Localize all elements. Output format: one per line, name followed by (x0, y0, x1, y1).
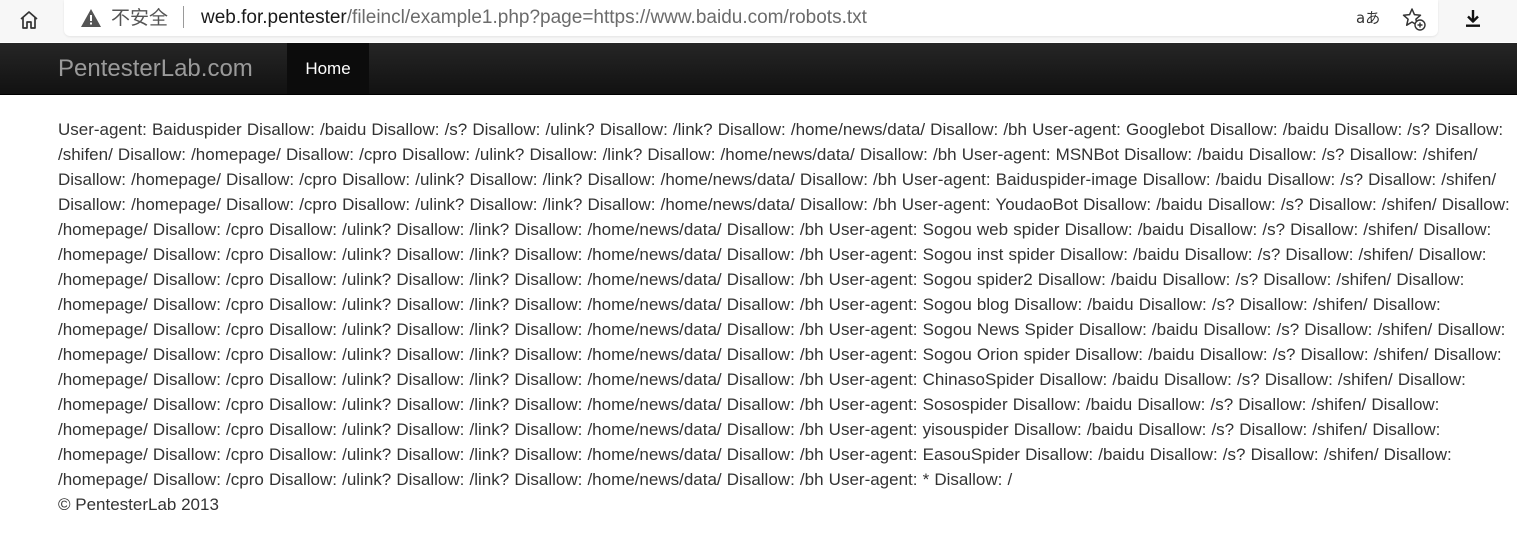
url-field[interactable]: web.for.pentester/fileincl/example1.php?… (201, 6, 867, 30)
read-aloud-icon[interactable]: aあ (1356, 6, 1382, 30)
download-icon[interactable] (1462, 7, 1484, 29)
browser-toolbar: 不安全 web.for.pentester/fileincl/example1.… (0, 0, 1517, 42)
included-robots-text: User-agent: Baiduspider Disallow: /baidu… (58, 120, 1510, 489)
address-divider (183, 6, 184, 28)
footer-copyright: © PentesterLab 2013 (58, 495, 219, 514)
add-favorite-icon[interactable] (1401, 6, 1427, 32)
main-content: User-agent: Baiduspider Disallow: /baidu… (58, 117, 1517, 517)
url-path: /fileincl/example1.php?page=https://www.… (346, 7, 867, 28)
site-navbar: PentesterLab.com Home (0, 43, 1517, 95)
site-brand[interactable]: PentesterLab.com (58, 55, 253, 83)
home-icon[interactable] (16, 7, 42, 33)
security-status-label[interactable]: 不安全 (111, 6, 168, 30)
warning-icon[interactable] (80, 7, 102, 29)
nav-home-link[interactable]: Home (287, 43, 369, 94)
url-host: web.for.pentester (201, 7, 347, 28)
